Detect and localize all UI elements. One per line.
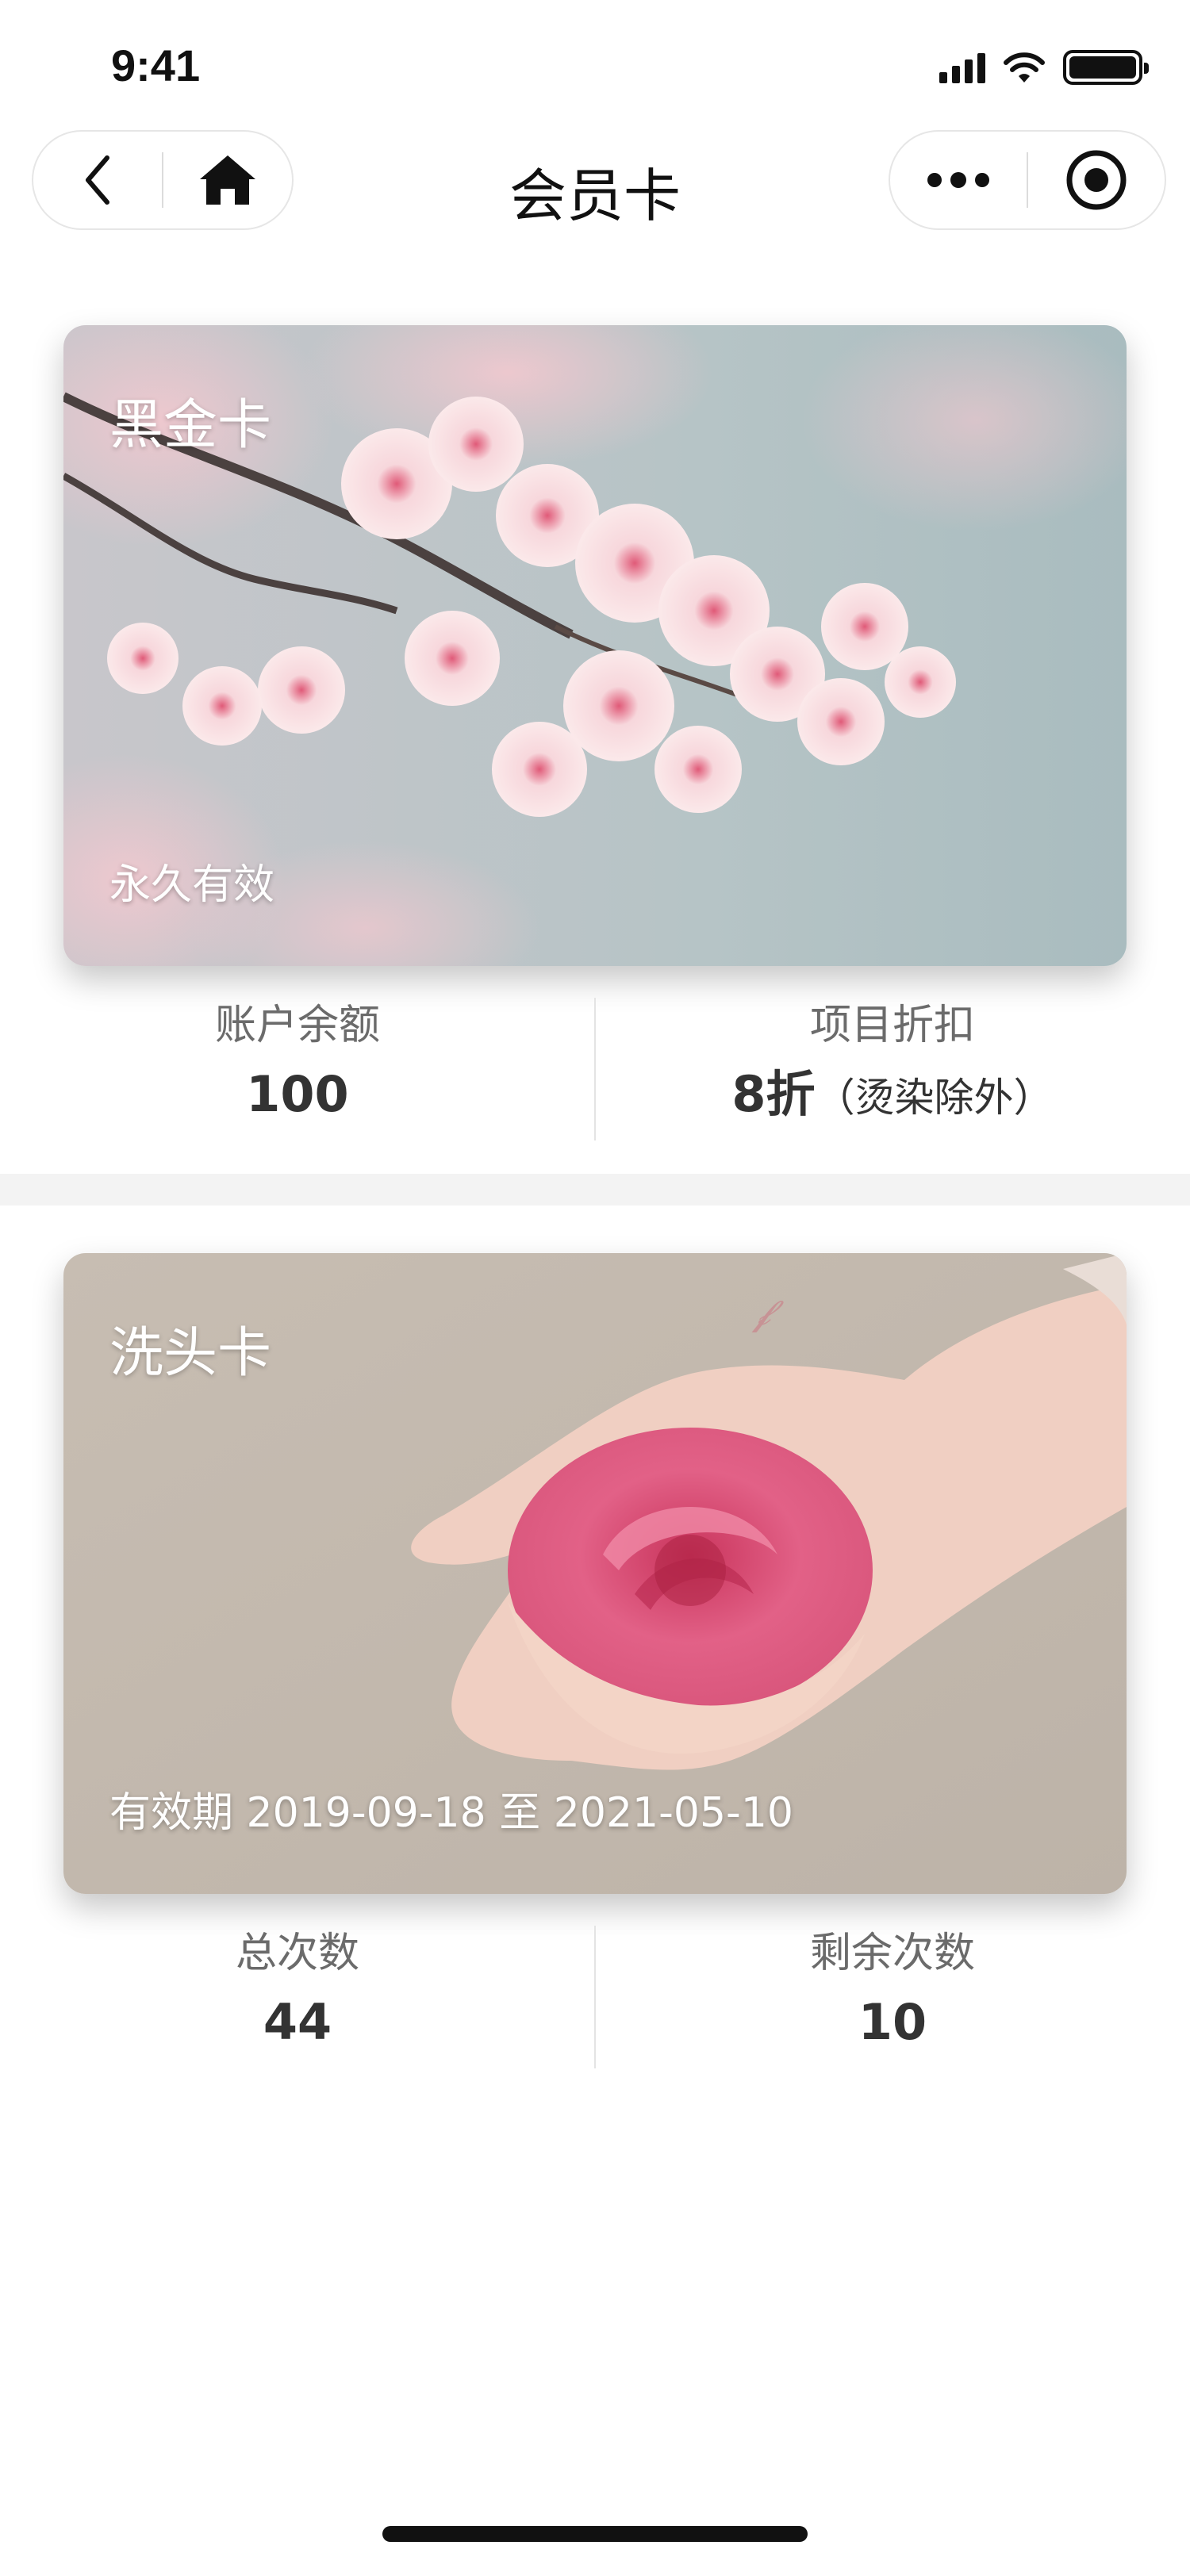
discount-note: （烫染除外） xyxy=(815,1075,1054,1121)
close-miniprogram-button[interactable] xyxy=(1028,132,1165,228)
navigation-bar: 会员卡 xyxy=(0,127,1190,230)
home-indicator[interactable] xyxy=(382,2526,808,2542)
stat-label: 项目折扣 xyxy=(809,1002,975,1049)
stat-label: 总次数 xyxy=(235,1930,359,1977)
stat-balance: 账户余额 100 xyxy=(0,998,595,1123)
card-validity: 有效期 2019-09-18 至 2021-05-10 xyxy=(109,1789,793,1837)
membership-card-black-gold[interactable]: 黑金卡 永久有效 xyxy=(63,325,1127,966)
stat-total-count: 总次数 44 xyxy=(0,1926,595,2051)
status-bar: 9:41 xyxy=(0,0,1190,127)
status-icons xyxy=(939,48,1149,87)
membership-card-hair-wash[interactable]: 𝓯 洗头卡 有效期 2019-09-18 至 2021-05-10 xyxy=(63,1253,1127,1894)
stat-discount: 项目折扣 8折（烫染除外） xyxy=(595,998,1190,1126)
card-validity: 永久有效 xyxy=(109,861,275,909)
card-stats: 账户余额 100 项目折扣 8折（烫染除外） xyxy=(0,998,1190,1140)
more-button[interactable] xyxy=(890,132,1027,228)
stat-label: 剩余次数 xyxy=(809,1930,975,1977)
target-circle-icon xyxy=(1066,150,1127,210)
discount-value: 8折 xyxy=(731,1065,816,1123)
battery-icon xyxy=(1063,50,1149,85)
card-name: 洗头卡 xyxy=(109,1322,272,1385)
section-separator xyxy=(0,1174,1190,1206)
card-name: 黑金卡 xyxy=(109,394,272,457)
status-time: 9:41 xyxy=(111,40,201,90)
card-stats: 总次数 44 剩余次数 10 xyxy=(0,1926,1190,2068)
more-dots-icon xyxy=(927,172,989,188)
stat-value: 8折（烫染除外） xyxy=(595,1066,1190,1126)
wifi-icon xyxy=(1004,52,1045,82)
stat-value: 10 xyxy=(858,1993,927,2051)
stat-value: 100 xyxy=(246,1065,349,1123)
stat-remaining-count: 剩余次数 10 xyxy=(595,1926,1190,2051)
membership-cards-page: 9:41 会员卡 黑金卡 永久有效 账户余额 100 项目折扣 8折（烫染除外）… xyxy=(0,0,1190,2576)
stat-value: 44 xyxy=(263,1993,332,2051)
nav-right-capsule xyxy=(889,130,1166,230)
cellular-signal-icon xyxy=(939,52,985,83)
stat-label: 账户余额 xyxy=(214,1002,380,1049)
